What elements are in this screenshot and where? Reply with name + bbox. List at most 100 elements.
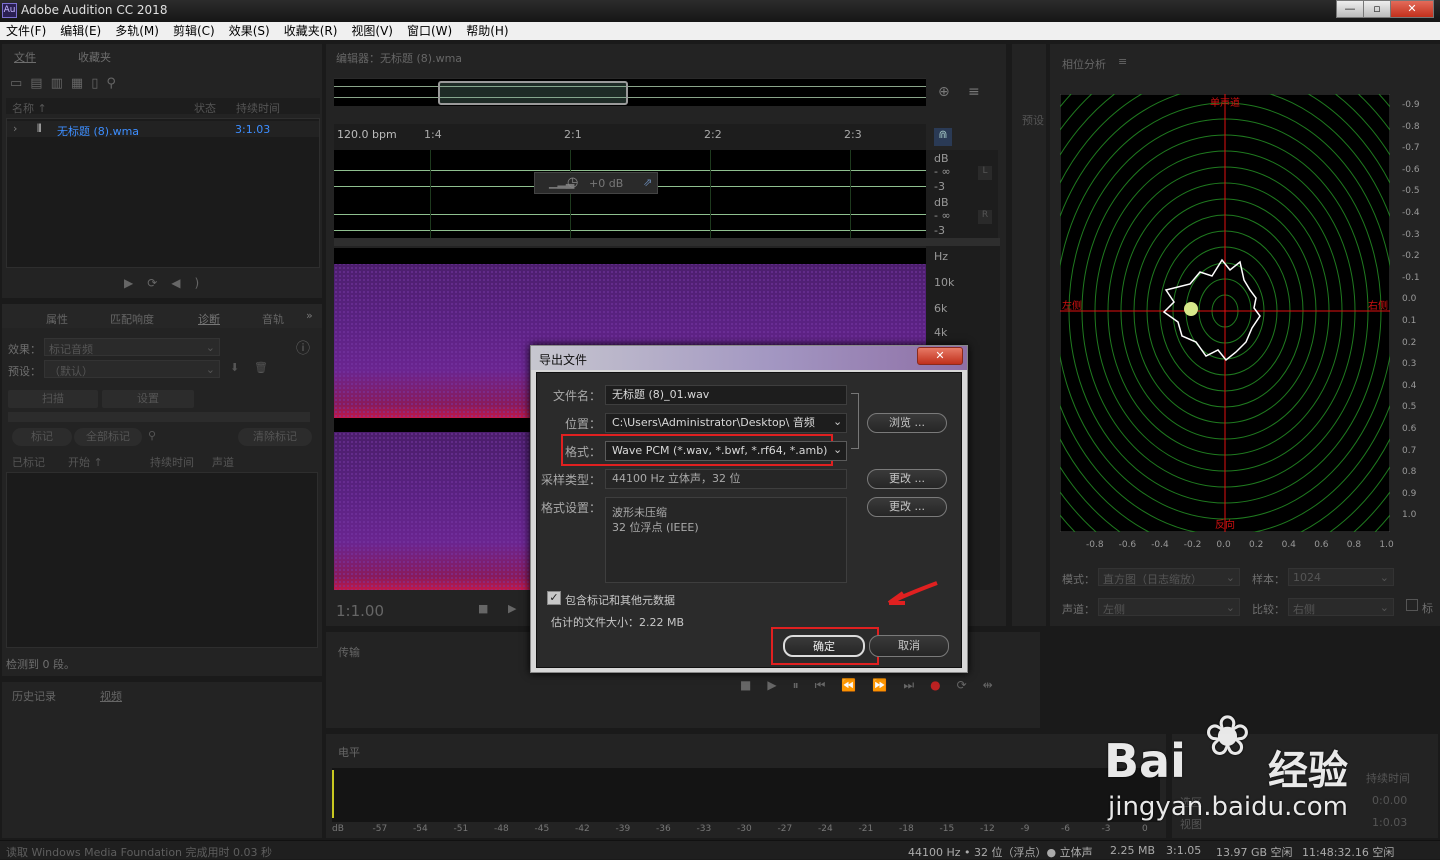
pause-icon[interactable]: ⏸ [793,678,815,692]
mark-button[interactable]: 标记 [12,428,72,446]
dialog-close-button[interactable]: ✕ [917,347,963,365]
timeline-ruler[interactable]: 120.0 bpm 1:4 2:1 2:2 2:3 [334,124,926,150]
extra-checkbox[interactable] [1406,599,1418,611]
tab-favorites[interactable]: 收藏夹 [78,49,111,65]
menu-file[interactable]: 文件(F) [6,22,46,40]
overview-bar[interactable] [334,78,926,106]
minimize-button[interactable]: — [1336,0,1364,18]
browse-button[interactable]: 浏览 ... [867,413,947,433]
autoplay-icon[interactable]: ◀) [171,276,213,290]
tab-files[interactable]: 文件 [14,49,36,65]
zoom-target-icon[interactable]: ⊕ [938,84,950,100]
sample-select[interactable]: 1024 ⌄ [1288,568,1394,586]
snap-icon[interactable]: ⋒ [934,128,952,146]
skip-icon[interactable]: ⇹ [983,678,1009,692]
preset-select[interactable]: （默认） ⌄ [44,360,220,378]
go-end-icon[interactable]: ⏭ [903,678,930,692]
menu-effects[interactable]: 效果(S) [229,22,270,40]
waveform-display[interactable]: ▁▂▃ ◷ +0 dB ⇗ [334,150,926,238]
effect-select[interactable]: 标记音频 ⌄ [44,338,220,356]
list-item[interactable]: › ⫴ 无标题 (8).wma 3:1.03 [7,121,319,138]
stop-icon[interactable]: ■ [478,602,488,615]
change-sample-button[interactable]: 更改 ... [867,469,947,489]
forward-icon[interactable]: ⏩ [872,678,903,692]
rewind-icon[interactable]: ⏪ [841,678,872,692]
volume-knob-icon[interactable]: ◷ [567,175,578,190]
menu-multitrack[interactable]: 多轨(M) [115,22,159,40]
settings-button[interactable]: 设置 [102,390,194,408]
list-view-icon[interactable]: ≡ [968,84,980,100]
file-name: 无标题 (8).wma [57,125,140,138]
include-metadata-checkbox[interactable]: ✓ [547,591,561,605]
mark-all-button[interactable]: 全部标记 [74,428,142,446]
ok-button[interactable]: 确定 [783,635,865,657]
location-select[interactable]: C:\Users\Administrator\Desktop\ 音频 [605,413,847,433]
tab-diagnostics[interactable]: 诊断 [198,311,220,327]
loop-icon[interactable]: ⟳ [957,678,983,692]
insert-icon[interactable]: ▥ [51,76,71,91]
phase-left-label: 左侧 [1062,299,1082,312]
maximize-button[interactable]: ▫ [1363,0,1391,18]
more-tabs-icon[interactable]: » [306,309,313,322]
go-start-icon[interactable]: ⏮ [815,678,842,692]
splitter-bar[interactable] [8,412,310,422]
level-tick: -15 [939,824,955,834]
tab-presets[interactable]: 预设 [1022,112,1044,128]
menu-favorites[interactable]: 收藏夹(R) [284,22,338,40]
format-select[interactable]: Wave PCM (*.wav, *.bwf, *.rf64, *.amb) [605,441,847,461]
chevron-down-icon[interactable]: ⌄ [833,415,842,428]
level-meter-bar [332,770,334,818]
record-icon[interactable]: ● [930,678,956,692]
menu-edit[interactable]: 编辑(E) [60,22,101,40]
pin-icon[interactable]: ⇗ [643,176,652,189]
tab-properties[interactable]: 属性 [46,311,68,327]
col-channel[interactable]: 声道 [212,454,234,470]
col-name[interactable]: 名称 ↑ [12,100,47,116]
col-duration[interactable]: 持续时间 [150,454,194,470]
panel-menu-icon[interactable]: ≡ [1118,55,1127,68]
col-duration[interactable]: 持续时间 [236,100,280,116]
filename-input[interactable]: 无标题 (8)_01.wav [605,385,847,405]
tab-match-loudness[interactable]: 匹配响度 [110,311,154,327]
loop-icon[interactable]: ⟳ [147,276,171,290]
open-folder-icon[interactable]: ▭ [10,76,30,91]
mode-select[interactable]: 直方图（日志缩放） ⌄ [1098,568,1240,586]
export-icon[interactable]: ▦ [71,76,91,91]
save-preset-icon[interactable]: ⬇ [230,361,239,374]
tab-tracks[interactable]: 音轨 [262,311,284,327]
scan-button[interactable]: 扫描 [8,390,98,408]
dialog-title-bar[interactable]: 导出文件 ✕ [531,346,967,370]
close-window-button[interactable]: ✕ [1390,0,1434,18]
play-icon[interactable]: ▶ [508,602,516,615]
stop-icon[interactable]: ■ [740,678,767,692]
volume-hud[interactable]: ▁▂▃ ◷ +0 dB ⇗ [534,172,658,194]
channel-r-toggle[interactable]: R [978,210,992,224]
info-icon[interactable]: ⓘ [296,338,310,358]
menu-clip[interactable]: 剪辑(C) [173,22,215,40]
change-format-button[interactable]: 更改 ... [867,497,947,517]
channel-select[interactable]: 左侧 ⌄ [1098,598,1240,616]
delete-icon[interactable]: ▯ [91,76,106,91]
import-icon[interactable]: ▤ [30,76,50,91]
tab-history[interactable]: 历史记录 [12,688,56,704]
play-icon[interactable]: ▶ [124,276,147,290]
chevron-down-icon[interactable]: ⌄ [833,443,842,456]
col-status[interactable]: 状态 [194,100,216,116]
overview-viewport-handle[interactable] [438,81,628,105]
cancel-button[interactable]: 取消 [869,635,949,657]
col-start[interactable]: 开始 ↑ [68,454,103,470]
delete-preset-icon[interactable]: 🗑 [254,361,268,374]
col-marked[interactable]: 已标记 [12,454,45,470]
search-icon[interactable]: ⚲ [106,76,124,91]
menu-view[interactable]: 视图(V) [351,22,393,40]
compare-select[interactable]: 右侧 ⌄ [1288,598,1394,616]
menu-window[interactable]: 窗口(W) [407,22,452,40]
search-icon[interactable]: ⚲ [148,429,156,442]
clear-marks-button[interactable]: 清除标记 [238,428,312,446]
channel-l-toggle[interactable]: L [978,166,992,180]
expand-chevron-icon[interactable]: › [13,122,17,135]
view-splitter[interactable] [334,238,1000,246]
tab-video[interactable]: 视频 [100,688,122,704]
play-icon[interactable]: ▶ [767,678,792,692]
menu-help[interactable]: 帮助(H) [466,22,508,40]
